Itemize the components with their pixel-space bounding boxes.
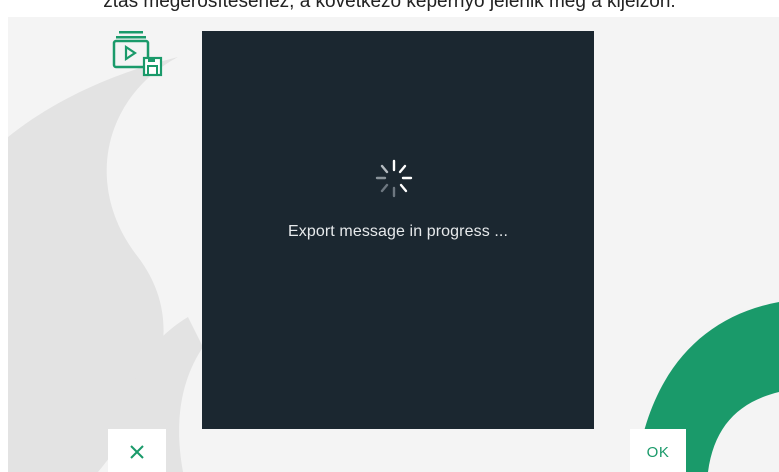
loading-spinner-icon — [375, 159, 413, 198]
ok-button[interactable]: OK — [630, 429, 686, 472]
ok-button-label: OK — [646, 443, 670, 461]
device-screen: Export message in progress ... OK — [8, 17, 779, 472]
progress-message: Export message in progress ... — [288, 223, 508, 240]
cancel-button[interactable] — [108, 429, 166, 472]
video-message-save-icon — [112, 31, 163, 77]
close-icon — [130, 445, 144, 459]
document-caption: ztás megerősítéséhez, a következő képern… — [103, 0, 676, 12]
export-progress-dialog: Export message in progress ... — [202, 31, 594, 429]
